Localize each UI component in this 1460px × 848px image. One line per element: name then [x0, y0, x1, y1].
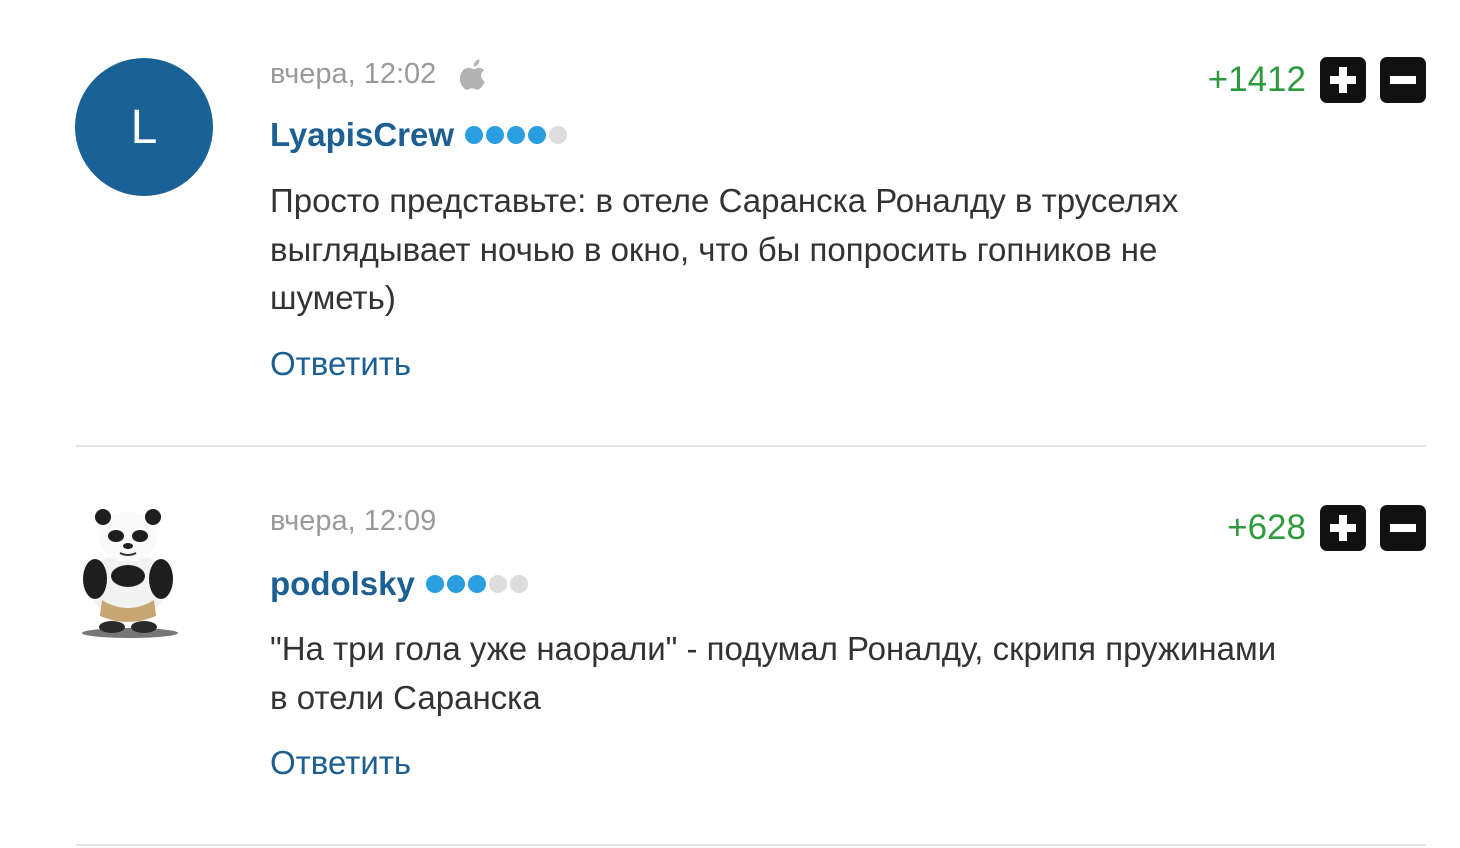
rating-dot [446, 575, 465, 593]
rating-dot [488, 575, 507, 593]
author-link[interactable]: LyapisCrew [270, 116, 454, 154]
downvote-button[interactable] [1380, 57, 1426, 103]
divider [76, 844, 1426, 846]
reply-link[interactable]: Ответить [270, 744, 411, 782]
vote-area: +1412 [1208, 57, 1426, 103]
avatar[interactable]: L [75, 58, 213, 196]
user-rating [425, 575, 528, 593]
panda-avatar[interactable] [78, 504, 188, 644]
comment: вчера, 12:09 podolsky "На три гола уже н… [0, 448, 1460, 848]
user-rating [465, 126, 568, 144]
comment-meta: вчера, 12:09 [270, 505, 436, 538]
rating-dot [425, 575, 444, 593]
timestamp: вчера, 12:09 [270, 505, 437, 537]
comment-text-line: в отели Саранска [270, 678, 541, 716]
comment-text-line: выглядывает ночью в окно, что бы попроси… [270, 230, 1158, 268]
rating-dot [549, 126, 568, 144]
downvote-button[interactable] [1380, 505, 1426, 551]
comment-text-line: Просто представьте: в отеле Саранска Рон… [270, 182, 1179, 219]
rating-dot [486, 126, 505, 144]
comment-text-line: "На три гола уже наорали" - подумал Рона… [270, 630, 1277, 667]
comment-list: L вчера, 12:02 LyapisCrew Просто предста… [0, 0, 1460, 848]
comment-text: Просто представьте: в отеле Саранска Рон… [270, 177, 1420, 323]
rating-dot [507, 126, 526, 144]
author-row: LyapisCrew [270, 116, 568, 154]
minus-icon [1390, 524, 1416, 532]
author-row: podolsky [270, 565, 528, 603]
upvote-button[interactable] [1320, 505, 1366, 551]
comment-text-line: шуметь) [270, 279, 396, 316]
rating-dot [509, 575, 528, 593]
comment: L вчера, 12:02 LyapisCrew Просто предста… [0, 0, 1460, 448]
score: +1412 [1207, 60, 1306, 99]
divider [76, 445, 1426, 447]
timestamp: вчера, 12:02 [270, 57, 437, 90]
reply-link[interactable]: Ответить [270, 345, 411, 383]
plus-icon [1330, 67, 1356, 93]
rating-dot [467, 575, 486, 593]
plus-icon [1330, 515, 1356, 541]
score: +628 [1227, 508, 1306, 547]
rating-dot [528, 126, 547, 144]
avatar-letter: L [130, 100, 158, 154]
author-link[interactable]: podolsky [270, 565, 415, 603]
minus-icon [1390, 76, 1416, 84]
apple-icon [460, 57, 488, 91]
upvote-button[interactable] [1320, 57, 1366, 103]
vote-area: +628 [1227, 505, 1426, 551]
comment-text: "На три гола уже наорали" - подумал Рона… [270, 625, 1420, 722]
comment-meta: вчера, 12:02 [270, 57, 488, 91]
rating-dot [465, 126, 484, 144]
